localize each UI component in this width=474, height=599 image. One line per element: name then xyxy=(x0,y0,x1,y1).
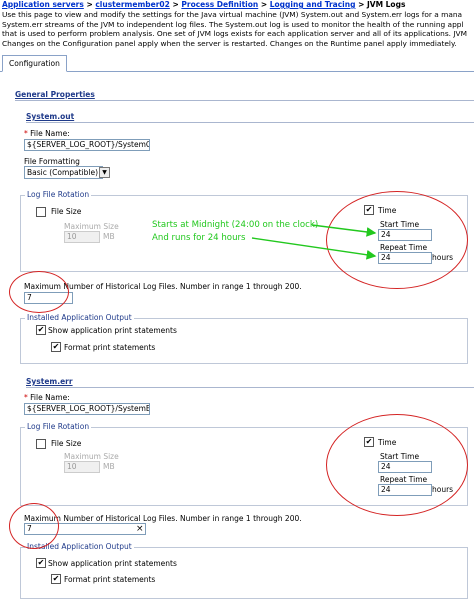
arrow-to-repeat-time xyxy=(251,237,377,260)
annotation-arrows xyxy=(251,224,377,260)
arrow-to-start-time xyxy=(311,224,377,237)
